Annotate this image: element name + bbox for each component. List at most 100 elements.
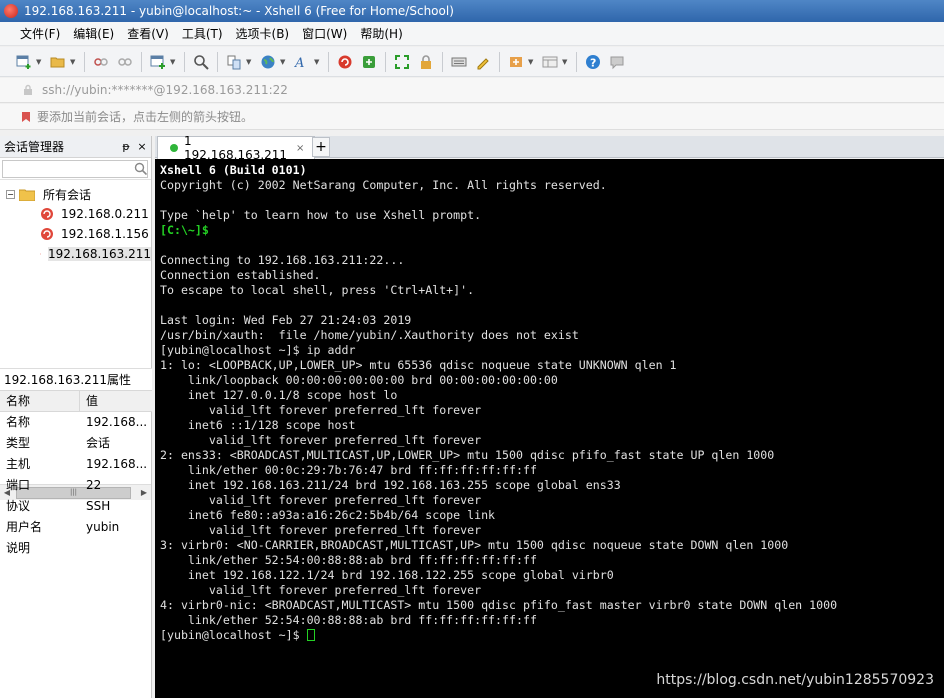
chevron-down-icon[interactable]: ▼ [314, 53, 320, 71]
terminal-lines: Xshell 6 (Build 0101) Copyright (c) 2002 … [160, 163, 944, 628]
layout-icon[interactable] [541, 53, 559, 71]
terminal-line: 2: ens33: <BROADCAST,MULTICAST,UP,LOWER_… [160, 448, 775, 462]
new-session-icon[interactable] [15, 53, 33, 71]
text-cursor [306, 629, 315, 641]
close-icon[interactable]: × [296, 143, 308, 154]
find-icon[interactable] [192, 53, 210, 71]
tree-folder-label: 所有会话 [43, 187, 92, 202]
tree-session-label: 192.168.0.211 [61, 207, 149, 221]
menu-window[interactable]: 窗口(W) [298, 23, 351, 45]
prop-key: 主机 [6, 457, 31, 471]
chevron-down-icon[interactable]: ▼ [170, 53, 176, 71]
terminal-line: inet6 fe80::a93a:a16:26c2:5b4b/64 scope … [160, 508, 496, 522]
svg-text:A: A [294, 56, 304, 70]
prop-value: 22 [86, 478, 102, 492]
tree-session-item[interactable]: 192.168.1.156 [0, 224, 151, 244]
terminal-line: link/ether 00:0c:29:7b:76:47 brd ff:ff:f… [160, 463, 537, 477]
terminal-line: [C:\~]$ [160, 223, 209, 237]
title-bar: 192.168.163.211 - yubin@localhost:~ - Xs… [0, 0, 944, 22]
new-window-icon[interactable] [149, 53, 167, 71]
prop-value: 192.168... [86, 457, 148, 471]
chevron-down-icon[interactable]: ▼ [562, 53, 568, 71]
table-row: 类型 会话 [0, 433, 152, 454]
session-tree: − 所有会话 192.168.0.211 192.168.1.156 192.1… [0, 180, 151, 264]
chat-icon[interactable] [608, 53, 626, 71]
address-bar: ssh://yubin:*******@192.168.163.211:22 [0, 78, 944, 103]
prop-key: 说明 [6, 541, 31, 555]
reconnect-icon[interactable] [116, 53, 134, 71]
close-icon[interactable]: × [135, 140, 149, 153]
keyboard-icon[interactable] [450, 53, 468, 71]
table-row: 主机 192.168... [0, 454, 152, 475]
menu-tabs[interactable]: 选项卡(B) [232, 23, 294, 45]
terminal-output[interactable]: Xshell 6 (Build 0101) Copyright (c) 2002 … [155, 159, 944, 698]
terminal-line: link/ether 52:54:00:88:88:ab brd ff:ff:f… [160, 553, 537, 567]
session-swirl-icon [41, 228, 53, 240]
collapse-icon[interactable]: − [6, 189, 15, 199]
xftp-icon[interactable] [360, 53, 378, 71]
disconnect-icon[interactable] [92, 53, 110, 71]
compose-icon[interactable] [507, 53, 525, 71]
xshell-app-icon[interactable] [4, 4, 18, 18]
terminal-line: 3: virbr0: <NO-CARRIER,BROADCAST,MULTICA… [160, 538, 789, 552]
terminal-prompt: [yubin@localhost ~]$ [160, 628, 307, 642]
toolbar-divider [328, 51, 329, 72]
menu-file[interactable]: 文件(F) [16, 23, 64, 45]
search-icon[interactable] [134, 162, 147, 175]
lock-icon [24, 84, 32, 95]
terminal-line: valid_lft forever preferred_lft forever [160, 403, 482, 417]
table-row: 用户名 yubin [0, 517, 152, 538]
tree-session-item-selected[interactable]: 192.168.163.211 [0, 244, 151, 264]
session-swirl-icon [40, 253, 41, 255]
terminal-line: valid_lft forever preferred_lft forever [160, 583, 482, 597]
xshell-icon[interactable] [336, 53, 354, 71]
pin-icon[interactable]: ᵽ [119, 140, 133, 153]
terminal-line: To escape to local shell, press 'Ctrl+Al… [160, 283, 475, 297]
new-tab-button[interactable]: + [312, 137, 330, 157]
address-text[interactable]: ssh://yubin:*******@192.168.163.211:22 [42, 83, 288, 97]
transfer-icon[interactable] [225, 53, 243, 71]
help-icon[interactable]: ? [584, 53, 602, 71]
chevron-down-icon[interactable]: ▼ [246, 53, 252, 71]
prop-key: 端口 [6, 478, 31, 492]
prop-value [80, 538, 152, 559]
tree-session-label: 192.168.163.211 [47, 247, 151, 261]
tree-folder-all-sessions[interactable]: − 所有会话 [0, 184, 151, 204]
menu-edit[interactable]: 编辑(E) [69, 23, 118, 45]
table-row: 说明 [0, 538, 152, 559]
properties-title: 192.168.163.211属性 [0, 368, 152, 390]
terminal-line: Copyright (c) 2002 NetSarang Computer, I… [160, 178, 607, 192]
font-icon[interactable]: A [293, 53, 311, 71]
menu-tools[interactable]: 工具(T) [178, 23, 227, 45]
tree-session-item[interactable]: 192.168.0.211 [0, 204, 151, 224]
tree-session-label: 192.168.1.156 [61, 227, 149, 241]
prop-key: 名称 [6, 415, 31, 429]
menu-view[interactable]: 查看(V) [123, 23, 173, 45]
fullscreen-icon[interactable] [393, 53, 411, 71]
column-value-header[interactable]: 值 [80, 391, 98, 411]
terminal-line: Connection established. [160, 268, 321, 282]
connected-status-icon [170, 144, 178, 152]
column-name-header[interactable]: 名称 [0, 391, 80, 411]
chevron-down-icon[interactable]: ▼ [70, 53, 76, 71]
terminal-line: valid_lft forever preferred_lft forever [160, 523, 482, 537]
session-search-input[interactable] [2, 160, 148, 178]
chevron-down-icon[interactable]: ▼ [36, 53, 42, 71]
tab-session-active[interactable]: 1 192.168.163.211 × [157, 134, 315, 162]
lock-icon[interactable] [417, 53, 435, 71]
watermark: https://blog.csdn.net/yubin1285570923 [656, 672, 934, 688]
toolbar-divider [385, 51, 386, 72]
toolbar: ▼ ▼ ▼ ▼ ▼ A ▼ ▼ ▼ ? [0, 47, 944, 77]
chevron-down-icon[interactable]: ▼ [528, 53, 534, 71]
highlight-icon[interactable] [474, 53, 492, 71]
bookmark-arrow-icon[interactable] [20, 111, 32, 123]
terminal-line: Xshell 6 (Build 0101) [160, 163, 307, 177]
open-folder-icon[interactable] [49, 53, 67, 71]
terminal-line: [yubin@localhost ~]$ ip addr [160, 343, 356, 357]
terminal-line: link/loopback 00:00:00:00:00:00 brd 00:0… [160, 373, 558, 387]
globe-icon[interactable] [259, 53, 277, 71]
menu-help[interactable]: 帮助(H) [356, 23, 406, 45]
chevron-down-icon[interactable]: ▼ [280, 53, 286, 71]
terminal-line: inet 127.0.0.1/8 scope host lo [160, 388, 398, 402]
